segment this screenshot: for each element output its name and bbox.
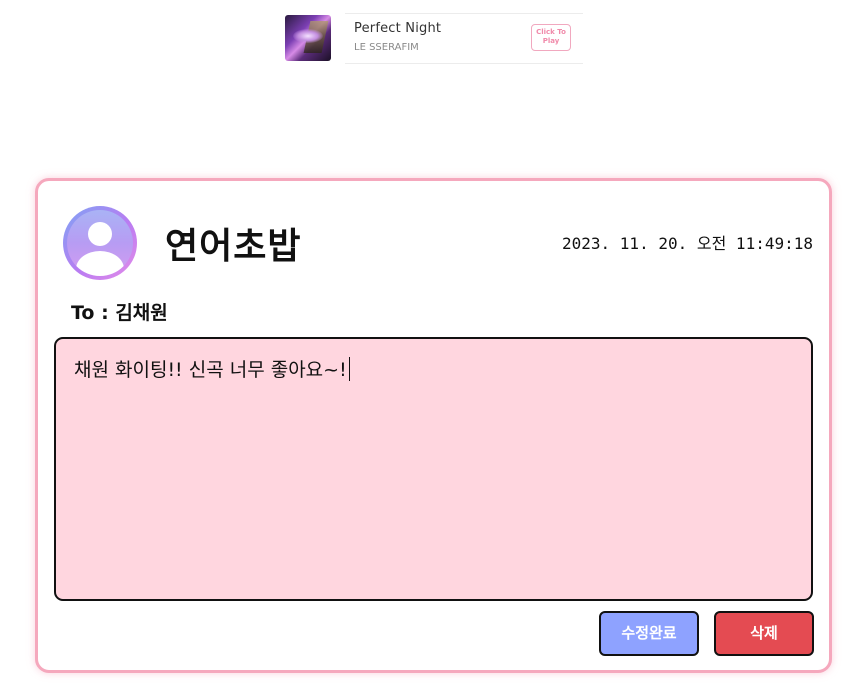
user-avatar-icon — [63, 206, 137, 280]
track-title: Perfect Night — [354, 21, 442, 36]
recipient-label: To : 김채원 — [71, 302, 168, 324]
album-cover-image — [285, 15, 331, 61]
track-artist: LE SSERAFIM — [354, 42, 419, 53]
play-button[interactable]: Click To Play — [531, 24, 571, 51]
message-card: 연어초밥 2023. 11. 20. 오전 11:49:18 To : 김채원 … — [35, 178, 832, 673]
save-edit-button[interactable]: 수정완료 — [599, 611, 699, 656]
delete-button[interactable]: 삭제 — [714, 611, 814, 656]
track-info: Perfect Night LE SSERAFIM Click To Play — [345, 13, 583, 64]
message-text: 채원 화이팅!! 신곡 너무 좋아요~! — [74, 359, 347, 381]
music-player: Perfect Night LE SSERAFIM Click To Play — [285, 13, 583, 64]
text-caret — [348, 357, 350, 381]
post-date: 2023. 11. 20. 오전 11:49:18 — [562, 234, 813, 253]
message-edit-field[interactable]: 채원 화이팅!! 신곡 너무 좋아요~! — [54, 337, 813, 601]
author-name: 연어초밥 — [165, 226, 302, 267]
